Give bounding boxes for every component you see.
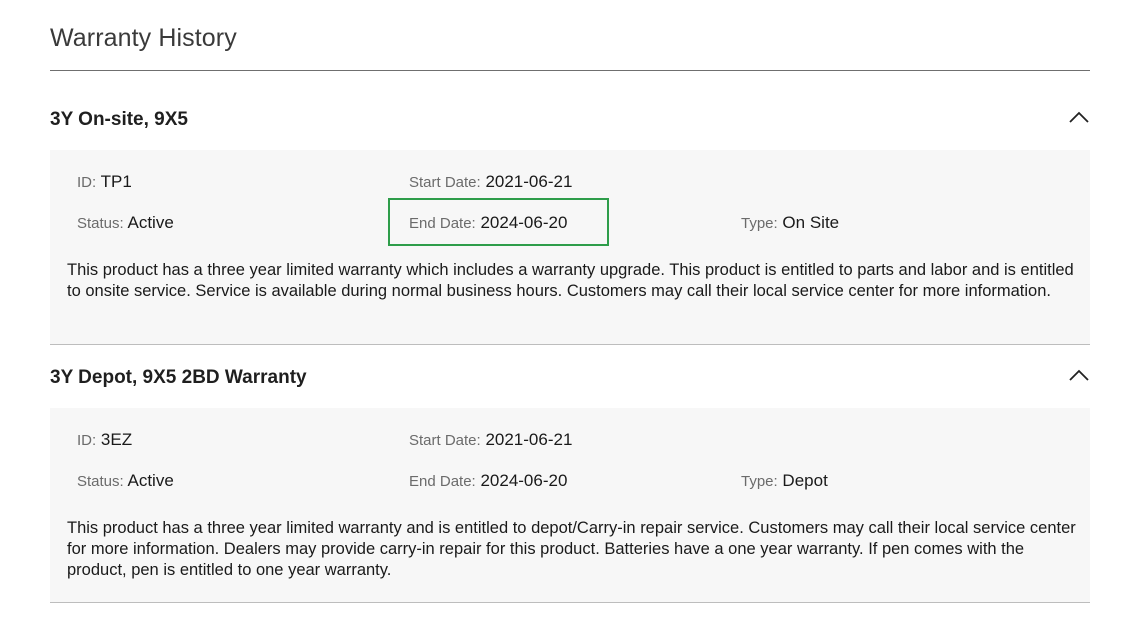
- chevron-up-icon: [1069, 369, 1089, 381]
- warranty-id: ID: TP1: [77, 172, 132, 192]
- warranty-details: ID: TP1 Start Date: 2021-06-21 Status: A…: [50, 150, 1090, 345]
- end-date-label: End Date:: [409, 215, 476, 232]
- title-divider: [50, 70, 1090, 71]
- id-label: ID:: [77, 432, 97, 449]
- start-date-value: 2021-06-21: [485, 172, 573, 191]
- warranty-start-date: Start Date: 2021-06-21: [409, 430, 572, 450]
- start-date-label: Start Date:: [409, 174, 481, 191]
- warranty-description: This product has a three year limited wa…: [67, 261, 1074, 300]
- warranty-title: 3Y Depot, 9X5 2BD Warranty: [50, 367, 307, 388]
- warranty-status: Status: Active: [77, 213, 174, 233]
- warranty-id: ID: 3EZ: [77, 430, 132, 450]
- warranty-type: Type: On Site: [741, 213, 839, 233]
- start-date-value: 2021-06-21: [485, 430, 573, 449]
- collapse-button[interactable]: [1068, 368, 1090, 388]
- type-label: Type:: [741, 215, 778, 232]
- id-value: 3EZ: [100, 430, 133, 449]
- chevron-up-icon: [1069, 111, 1089, 123]
- warranty-type: Type: Depot: [741, 471, 828, 491]
- warranty-details: ID: 3EZ Start Date: 2021-06-21 Status: A…: [50, 408, 1090, 603]
- status-label: Status:: [77, 215, 124, 232]
- warranty-section: 3Y Depot, 9X5 2BD Warranty ID: 3EZ Start…: [50, 354, 1090, 603]
- type-value: Depot: [782, 471, 828, 490]
- page-title: Warranty History: [50, 24, 237, 52]
- end-date-value: 2024-06-20: [480, 471, 568, 490]
- warranty-title: 3Y On-site, 9X5: [50, 109, 188, 130]
- warranty-status: Status: Active: [77, 471, 174, 491]
- status-value: Active: [127, 471, 174, 490]
- warranty-description: This product has a three year limited wa…: [67, 519, 1076, 579]
- status-value: Active: [127, 213, 174, 232]
- type-label: Type:: [741, 473, 778, 490]
- warranty-end-date: End Date: 2024-06-20: [409, 213, 567, 233]
- warranty-end-date: End Date: 2024-06-20: [409, 471, 567, 491]
- collapse-button[interactable]: [1068, 110, 1090, 130]
- id-label: ID:: [77, 174, 97, 191]
- status-label: Status:: [77, 473, 124, 490]
- warranty-header[interactable]: 3Y Depot, 9X5 2BD Warranty: [50, 354, 1090, 408]
- warranty-start-date: Start Date: 2021-06-21: [409, 172, 572, 192]
- start-date-label: Start Date:: [409, 432, 481, 449]
- warranty-header[interactable]: 3Y On-site, 9X5: [50, 96, 1090, 150]
- warranty-section: 3Y On-site, 9X5 ID: TP1 Start Date: 2021…: [50, 96, 1090, 345]
- warranty-history-page: Warranty History 3Y On-site, 9X5 ID: TP1…: [0, 0, 1130, 618]
- id-value: TP1: [100, 172, 132, 191]
- end-date-label: End Date:: [409, 473, 476, 490]
- type-value: On Site: [782, 213, 840, 232]
- end-date-value: 2024-06-20: [480, 213, 568, 232]
